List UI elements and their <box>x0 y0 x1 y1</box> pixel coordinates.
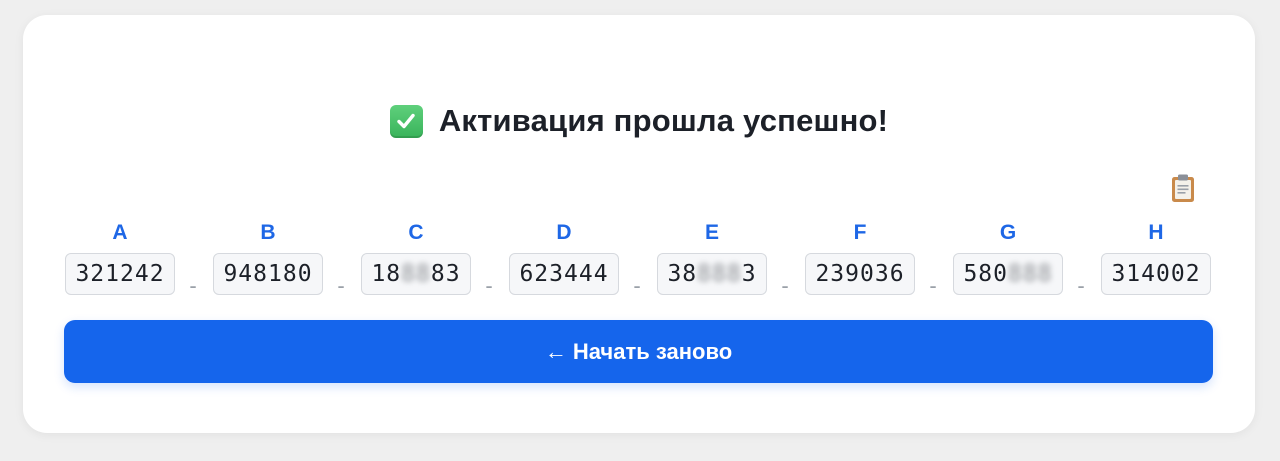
code-field-f[interactable]: 239036 <box>805 253 915 295</box>
blurred-digits: 888 <box>697 261 742 287</box>
code-label-a: A <box>112 221 128 244</box>
code-label-b: B <box>260 221 276 244</box>
code-field-d[interactable]: 623444 <box>509 253 619 295</box>
code-group-h: H 314002 <box>1100 221 1212 295</box>
blurred-digits: 88 <box>401 261 431 287</box>
blurred-digits: 888 <box>1008 261 1053 287</box>
separator: - <box>485 273 493 298</box>
arrow-left-icon: ← <box>544 338 567 364</box>
page-title: Активация прошла успешно! <box>438 103 889 138</box>
activation-card: Активация прошла успешно! A 321242 - B 9… <box>23 15 1255 433</box>
code-field-g[interactable]: 580 888 <box>953 253 1063 295</box>
separator: - <box>929 273 937 298</box>
code-group-a: A 321242 <box>64 221 176 295</box>
code-field-e[interactable]: 38 888 3 <box>657 253 767 295</box>
separator: - <box>189 273 197 298</box>
code-digits: 948180 <box>223 261 313 287</box>
code-group-d: D 623444 <box>508 221 620 295</box>
code-digits-tail: 3 <box>741 261 757 287</box>
activation-code-row: A 321242 - B 948180 - C 18 88 83 - D 62344… <box>64 221 1214 298</box>
success-header: Активация прошла успешно! <box>23 103 1255 139</box>
code-group-c: C 18 88 83 <box>360 221 472 295</box>
separator: - <box>1077 273 1085 298</box>
code-label-e: E <box>704 221 719 244</box>
check-mark-button-icon <box>389 104 423 138</box>
code-digits: 239036 <box>815 261 905 287</box>
code-digits: 623444 <box>519 261 609 287</box>
code-field-a[interactable]: 321242 <box>65 253 175 295</box>
code-label-f: F <box>853 221 867 244</box>
code-group-g: G 580 888 <box>952 221 1064 295</box>
code-label-h: H <box>1148 221 1164 244</box>
code-field-b[interactable]: 948180 <box>213 253 323 295</box>
restart-button-label: Начать заново <box>572 338 733 364</box>
code-label-c: C <box>408 221 424 244</box>
code-label-d: D <box>556 221 572 244</box>
code-digits: 321242 <box>75 261 165 287</box>
code-digits-tail: 83 <box>430 261 461 287</box>
code-field-h[interactable]: 314002 <box>1101 253 1211 295</box>
separator: - <box>633 273 641 298</box>
code-group-b: B 948180 <box>212 221 324 295</box>
separator: - <box>781 273 789 298</box>
code-digits: 314002 <box>1111 261 1201 287</box>
code-label-g: G <box>999 221 1017 244</box>
clipboard-icon[interactable] <box>1170 173 1196 203</box>
separator: - <box>337 273 345 298</box>
code-digits: 580 <box>963 261 1008 287</box>
code-group-e: E 38 888 3 <box>656 221 768 295</box>
code-group-f: F 239036 <box>804 221 916 295</box>
code-digits: 18 <box>371 261 402 287</box>
code-digits: 38 <box>667 261 698 287</box>
restart-button[interactable]: ← Начать заново <box>64 320 1213 383</box>
code-field-c[interactable]: 18 88 83 <box>361 253 471 295</box>
